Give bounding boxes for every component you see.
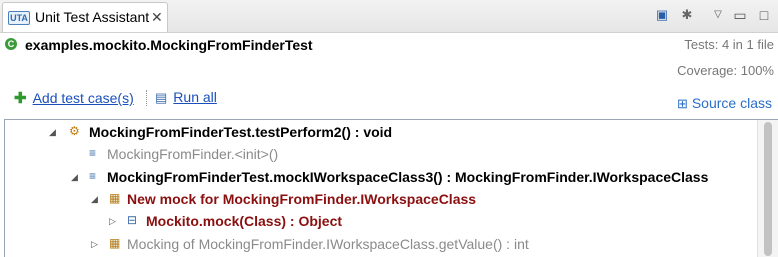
collapse-arrow-icon[interactable]: ◢ <box>91 194 98 205</box>
action-separator <box>146 90 148 106</box>
layout-icon[interactable]: ▣ <box>652 5 672 25</box>
view-menu-icon[interactable]: ▽ <box>708 5 728 25</box>
tree-row[interactable]: ▷ ⊟ Mockito.mock(Class) : Object <box>5 211 757 233</box>
run-icon: ▤ <box>155 90 168 105</box>
scrollbar-thumb[interactable] <box>764 122 772 256</box>
settings-icon[interactable]: ✱ <box>677 5 697 25</box>
tree-row-label: MockingFromFinderTest.testPerform2() : v… <box>89 124 393 140</box>
tree-row-label: Mockito.mock(Class) : Object <box>146 213 343 229</box>
maximize-icon[interactable]: □ <box>754 5 774 25</box>
tree-row-label: MockingFromFinder.<init>() <box>107 146 279 162</box>
tab-bar: UTA Unit Test Assistant ✕ ▣ ✱ ▽ ▭ □ <box>0 0 778 33</box>
tree-row-label: Mocking of MockingFromFinder.IWorkspaceC… <box>127 236 529 252</box>
tree-row-label: New mock for MockingFromFinder.IWorkspac… <box>127 191 477 207</box>
source-class-label: Source class <box>691 95 772 111</box>
mock-call-icon: ⊟ <box>127 213 138 227</box>
expand-arrow-icon[interactable]: ▷ <box>91 239 98 250</box>
source-class-link[interactable]: ⊞ Source class <box>677 95 772 112</box>
source-class-icon: ⊞ <box>676 96 688 111</box>
call-icon: ≡ <box>89 169 97 183</box>
coverage-value: Coverage: 100% <box>677 63 774 78</box>
mock-icon: ▦ <box>109 236 121 250</box>
add-icon: ✚ <box>14 90 27 107</box>
tab-unit-test-assistant[interactable]: UTA Unit Test Assistant ✕ <box>2 2 168 32</box>
add-test-case-link[interactable]: ✚ Add test case(s) <box>14 89 134 107</box>
tab-title: Unit Test Assistant <box>35 9 150 25</box>
tree-row[interactable]: ▷ ▦ Mocking of MockingFromFinder.IWorksp… <box>5 234 757 256</box>
call-icon: ≡ <box>89 146 97 160</box>
run-all-link[interactable]: ▤ Run all <box>155 89 217 106</box>
test-method-icon: ⚙ <box>69 124 80 138</box>
mock-icon: ▦ <box>109 191 121 205</box>
uta-logo-icon: UTA <box>8 11 30 25</box>
test-class-name: examples.mockito.MockingFromFinderTest <box>25 37 313 53</box>
collapse-arrow-icon[interactable]: ◢ <box>71 172 78 183</box>
test-class-icon: C <box>5 38 17 50</box>
expand-arrow-icon[interactable]: ▷ <box>109 216 116 227</box>
test-tree: ◢ ⚙ MockingFromFinderTest.testPerform2()… <box>4 119 778 257</box>
tree-row[interactable]: ◢ ▦ New mock for MockingFromFinder.IWork… <box>5 189 757 211</box>
run-all-label: Run all <box>173 89 217 105</box>
tests-count: Tests: 4 in 1 file <box>684 37 774 52</box>
tree-row[interactable]: ≡ MockingFromFinder.<init>() <box>5 144 757 166</box>
tree-row[interactable]: ◢ ≡ MockingFromFinderTest.mockIWorkspace… <box>5 167 757 189</box>
vertical-scrollbar[interactable] <box>757 120 778 257</box>
add-test-case-label: Add test case(s) <box>32 90 134 106</box>
unit-test-assistant-view: UTA Unit Test Assistant ✕ ▣ ✱ ▽ ▭ □ C ex… <box>0 0 778 257</box>
tree-row[interactable]: ◢ ⚙ MockingFromFinderTest.testPerform2()… <box>5 122 757 144</box>
close-icon[interactable]: ✕ <box>151 9 163 26</box>
collapse-arrow-icon[interactable]: ◢ <box>49 127 56 138</box>
minimize-icon[interactable]: ▭ <box>730 5 750 25</box>
tree-row-label: MockingFromFinderTest.mockIWorkspaceClas… <box>107 169 709 185</box>
